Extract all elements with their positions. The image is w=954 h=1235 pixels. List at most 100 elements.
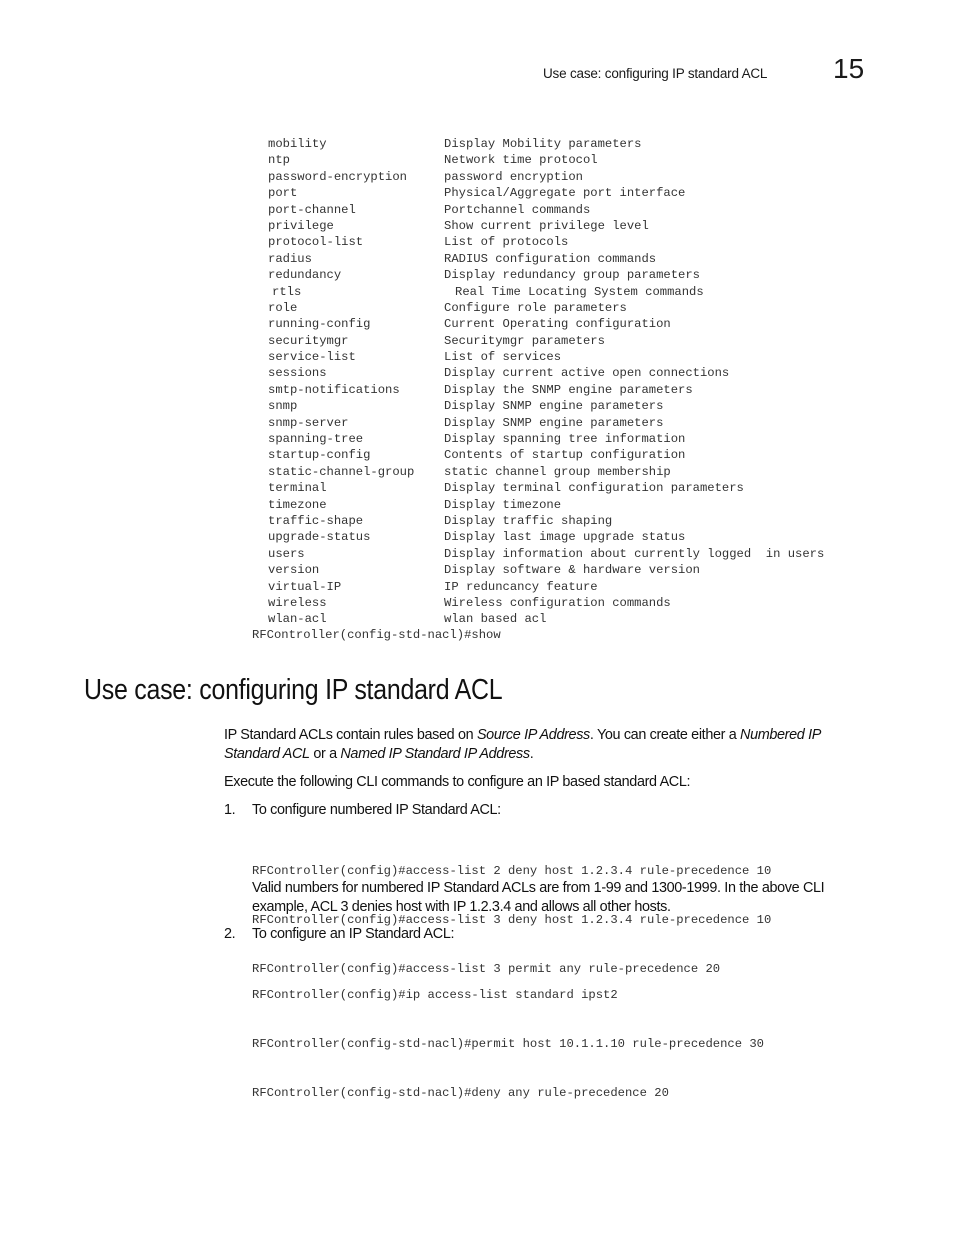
intro-text: . <box>529 746 534 762</box>
command-name: running-config <box>268 317 371 332</box>
command-name: password-encryption <box>268 169 407 184</box>
command-name: timezone <box>268 497 327 512</box>
command-row: privilege Show current privilege level <box>268 218 824 234</box>
command-row: startup-config Contents of startup config… <box>268 447 824 463</box>
command-row: ntp Network time protocol <box>268 152 824 168</box>
command-name: protocol-list <box>268 235 364 250</box>
running-title: Use case: configuring IP standard ACL <box>543 66 768 81</box>
command-row: snmp Display SNMP engine parameters <box>268 398 824 414</box>
command-name: static-channel-group <box>268 464 415 479</box>
command-description: Display last image upgrade status <box>444 530 686 545</box>
command-description: Configure role parameters <box>444 300 627 315</box>
command-row: terminal Display terminal configuration p… <box>268 480 824 496</box>
command-row: spanning-tree Display spanning tree infor… <box>268 431 824 447</box>
command-description: RADIUS configuration commands <box>444 251 657 266</box>
command-row: securitymgr Securitymgr parameters <box>268 333 824 349</box>
command-name: wireless <box>268 595 327 610</box>
command-name: traffic-shape <box>268 513 364 528</box>
command-row: port-channel Portchannel commands <box>268 202 824 218</box>
command-row: wireless Wireless configuration commands <box>268 595 824 611</box>
command-row: mobility Display Mobility parameters <box>268 136 824 152</box>
command-row: timezone Display timezone <box>268 497 824 513</box>
command-row: password-encryption password encryption <box>268 169 824 185</box>
step-label: To configure an IP Standard ACL: <box>252 926 455 942</box>
command-name: snmp-server <box>268 415 349 430</box>
intro-emphasis: Source IP Address <box>476 727 590 743</box>
command-name: rtls <box>272 284 302 299</box>
command-name: port <box>268 186 298 201</box>
command-row: smtp-notifications Display the SNMP engin… <box>268 382 824 398</box>
command-name: securitymgr <box>268 333 349 348</box>
command-row: radius RADIUS configuration commands <box>268 251 824 267</box>
command-name: startup-config <box>268 448 371 463</box>
command-description: Display software & hardware version <box>444 563 700 578</box>
command-description: Display traffic shaping <box>444 513 613 528</box>
command-name: smtp-notifications <box>268 382 400 397</box>
intro-text: IP Standard ACLs contain rules based on <box>224 727 477 743</box>
command-description: Current Operating configuration <box>444 317 671 332</box>
command-row: virtual-IP IP reduncancy feature <box>268 579 824 595</box>
command-description: Wireless configuration commands <box>444 595 671 610</box>
command-name: mobility <box>268 137 327 151</box>
command-name: virtual-IP <box>268 579 342 594</box>
show-command-list: mobility Display Mobility parameters ntp Ne… <box>268 136 824 628</box>
command-row: sessions Display current active open conn… <box>268 365 824 381</box>
command-row: snmp-server Display SNMP engine parameter… <box>268 415 824 431</box>
command-row: redundancy Display redundancy group param… <box>268 267 824 283</box>
step-label: To configure numbered IP Standard ACL: <box>252 802 501 818</box>
step-1-note: Valid numbers for numbered IP Standard A… <box>252 880 825 915</box>
command-description: List of services <box>444 350 562 365</box>
command-description: password encryption <box>444 169 583 184</box>
command-name: port-channel <box>268 202 356 217</box>
command-name: redundancy <box>268 268 342 283</box>
command-description: Display terminal configuration parameter… <box>444 481 744 496</box>
command-description: IP reduncancy feature <box>444 579 598 594</box>
command-description: Show current privilege level <box>444 218 649 233</box>
code-block-2: RFController(config)#ip access-list stan… <box>252 954 764 1118</box>
command-name: role <box>268 300 298 315</box>
command-name: service-list <box>268 350 356 365</box>
command-name: ntp <box>268 153 290 168</box>
intro-text: . You can create either a <box>589 727 741 743</box>
code-line: RFController(config-std-nacl)#deny any r… <box>252 1086 669 1101</box>
instruction-paragraph: Execute the following CLI commands to co… <box>224 774 691 790</box>
command-name: snmp <box>268 399 298 414</box>
command-row: port Physical/Aggregate port interface <box>268 185 824 201</box>
intro-text: or a <box>309 746 341 762</box>
command-row: users Display information about currently… <box>268 546 824 562</box>
code-line: RFController(config)#access-list 2 deny … <box>252 863 772 878</box>
command-name: spanning-tree <box>268 432 364 447</box>
intro-emphasis: Named IP Standard IP Address <box>340 746 530 762</box>
command-row: upgrade-status Display last image upgrade… <box>268 529 824 545</box>
command-description: Display spanning tree information <box>444 432 686 447</box>
command-description: Physical/Aggregate port interface <box>444 186 686 201</box>
code-line: RFController(config-std-nacl)#permit hos… <box>252 1037 764 1052</box>
command-row: protocol-list List of protocols <box>268 234 824 250</box>
command-description: Contents of startup configuration <box>444 448 686 463</box>
command-description: List of protocols <box>444 235 569 250</box>
command-description: Display redundancy group parameters <box>444 268 700 283</box>
step-2: 2. To configure an IP Standard ACL: <box>224 925 454 944</box>
command-row: static-channel-group static channel group… <box>268 464 824 480</box>
command-row: rtls Real Time Locating System commands <box>268 284 824 300</box>
command-name: wlan-acl <box>268 612 327 627</box>
chapter-number: 15 <box>833 53 865 84</box>
command-description: Display timezone <box>444 497 562 512</box>
command-row: wlan-acl wlan based acl <box>268 611 824 627</box>
command-description: static channel group membership <box>444 464 671 479</box>
command-name: upgrade-status <box>268 530 371 545</box>
command-row: role Configure role parameters <box>268 300 824 316</box>
command-description: wlan based acl <box>444 612 547 627</box>
step-number: 2. <box>224 926 236 942</box>
command-row: version Display software & hardware versi… <box>268 562 824 578</box>
command-description: Securitymgr parameters <box>444 333 605 348</box>
command-name: radius <box>268 251 312 266</box>
command-row: running-config Current Operating configur… <box>268 316 824 332</box>
command-row: traffic-shape Display traffic shaping <box>268 513 824 529</box>
command-name: users <box>268 546 305 561</box>
step-number: 1. <box>224 802 236 818</box>
command-description: Real Time Locating System commands <box>455 284 704 299</box>
command-row: service-list List of services <box>268 349 824 365</box>
command-name: version <box>268 563 320 578</box>
section-title: Use case: configuring IP standard ACL <box>84 674 503 706</box>
